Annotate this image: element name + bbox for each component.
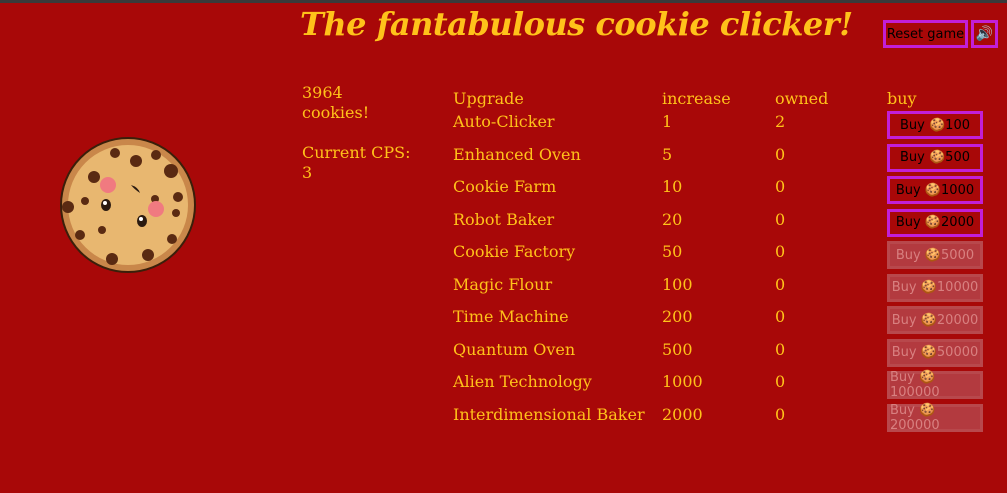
upgrade-owned: 0 — [775, 274, 786, 294]
upgrade-increase: 20 — [662, 209, 683, 229]
upgrade-owned: 0 — [775, 144, 786, 164]
cps-value: 3 — [302, 163, 313, 182]
upgrade-owned: 0 — [775, 372, 786, 391]
column-header-upgrade: Upgrade — [453, 89, 524, 108]
upgrade-owned: 0 — [775, 404, 786, 424]
upgrade-increase: 2000 — [662, 404, 703, 424]
buy-upgrade-button[interactable]: Buy 🍪10000 — [887, 273, 983, 302]
upgrade-name: Robot Baker — [453, 209, 555, 229]
upgrade-increase: 500 — [662, 339, 693, 359]
upgrade-name: Time Machine — [453, 307, 569, 326]
buy-upgrade-button[interactable]: Buy 🍪2000 — [887, 208, 983, 237]
buy-upgrade-button[interactable]: Buy 🍪1000 — [887, 176, 983, 204]
reset-game-button[interactable]: Reset game — [883, 20, 968, 48]
buy-upgrade-button[interactable]: Buy 🍪50000 — [887, 338, 983, 367]
upgrade-name: Interdimensional Baker — [453, 404, 645, 424]
upgrade-owned: 0 — [775, 307, 786, 326]
cookie-count: 3964 — [302, 83, 343, 102]
upgrade-increase: 50 — [662, 242, 683, 261]
upgrade-increase: 1000 — [662, 372, 703, 391]
speaker-icon: 🔊 — [975, 26, 994, 42]
upgrade-increase: 200 — [662, 307, 693, 326]
upgrade-name: Auto-Clicker — [453, 112, 555, 131]
buy-upgrade-button[interactable]: Buy 🍪100 — [887, 111, 983, 139]
buy-upgrade-button[interactable]: Buy 🍪20000 — [887, 306, 983, 334]
cps-label: Current CPS: — [302, 143, 411, 162]
stats-panel: 3964 cookies! Current CPS: 3 — [302, 83, 442, 203]
upgrade-owned: 0 — [775, 209, 786, 229]
cookie-icon — [60, 137, 196, 273]
upgrade-increase: 1 — [662, 112, 673, 131]
upgrade-name: Quantum Oven — [453, 339, 576, 359]
upgrade-owned: 0 — [775, 242, 786, 261]
big-cookie-button[interactable] — [58, 135, 198, 275]
upgrade-name: Cookie Factory — [453, 242, 576, 261]
buy-upgrade-button[interactable]: Buy 🍪100000 — [887, 370, 983, 400]
upgrade-owned: 2 — [775, 112, 786, 131]
upgrade-name: Enhanced Oven — [453, 144, 581, 164]
upgrade-increase: 5 — [662, 144, 673, 164]
cookie-count-label: cookies! — [302, 103, 370, 122]
upgrade-name: Magic Flour — [453, 274, 553, 294]
upgrade-name: Alien Technology — [453, 372, 592, 391]
column-header-buy: buy — [887, 89, 917, 108]
page-title: The fantabulous cookie clicker! — [300, 5, 853, 43]
upgrade-increase: 10 — [662, 177, 683, 196]
sound-toggle-button[interactable]: 🔊 — [971, 20, 998, 48]
upgrade-name: Cookie Farm — [453, 177, 557, 196]
upgrade-increase: 100 — [662, 274, 693, 294]
upgrade-owned: 0 — [775, 339, 786, 359]
buy-upgrade-button[interactable]: Buy 🍪5000 — [887, 241, 983, 269]
buy-upgrade-button[interactable]: Buy 🍪500 — [887, 143, 983, 172]
buy-upgrade-button[interactable]: Buy 🍪200000 — [887, 403, 983, 433]
upgrade-owned: 0 — [775, 177, 786, 196]
column-header-owned: owned — [775, 89, 829, 108]
column-header-increase: increase — [662, 89, 731, 108]
